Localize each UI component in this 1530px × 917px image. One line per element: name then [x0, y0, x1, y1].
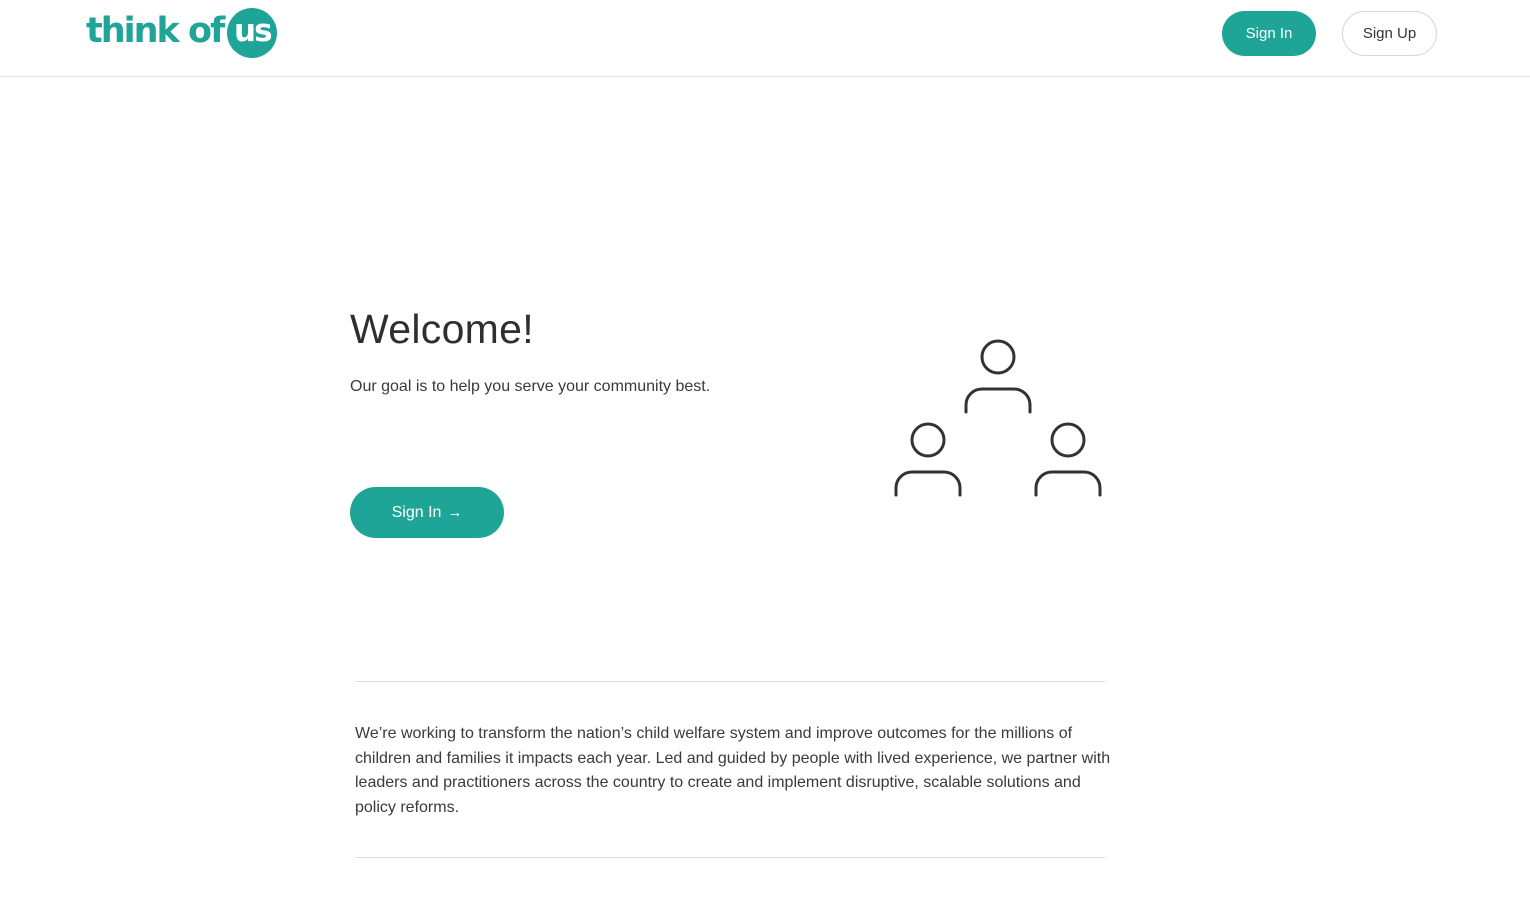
person-right-body: [1034, 470, 1102, 497]
section-divider-bottom: [355, 857, 1105, 858]
hero-sign-in-label: Sign In: [391, 503, 442, 521]
person-top-head: [980, 339, 1016, 375]
top-navbar: think of us Sign In Sign Up: [0, 0, 1530, 77]
header-sign-up-button[interactable]: Sign Up: [1342, 11, 1437, 56]
mission-statement: We’re working to transform the nation’s …: [355, 725, 1111, 816]
think-of-us-logo[interactable]: think of us: [86, 8, 278, 58]
person-top-body: [964, 387, 1032, 414]
arrow-right-icon: →: [447, 504, 463, 521]
welcome-heading: Welcome!: [350, 306, 534, 352]
person-left-body: [894, 470, 962, 497]
person-right-head: [1050, 422, 1086, 458]
people-group-icon: [894, 339, 1102, 497]
hero-sign-in-button[interactable]: Sign In →: [350, 487, 504, 538]
logo-text: think of: [86, 10, 225, 51]
welcome-subtitle: Our goal is to help you serve your commu…: [350, 378, 711, 395]
header-sign-in-button[interactable]: Sign In: [1222, 11, 1316, 56]
logo-circle-us: us: [227, 8, 278, 58]
person-left-head: [910, 422, 946, 458]
section-divider-top: [355, 681, 1105, 682]
